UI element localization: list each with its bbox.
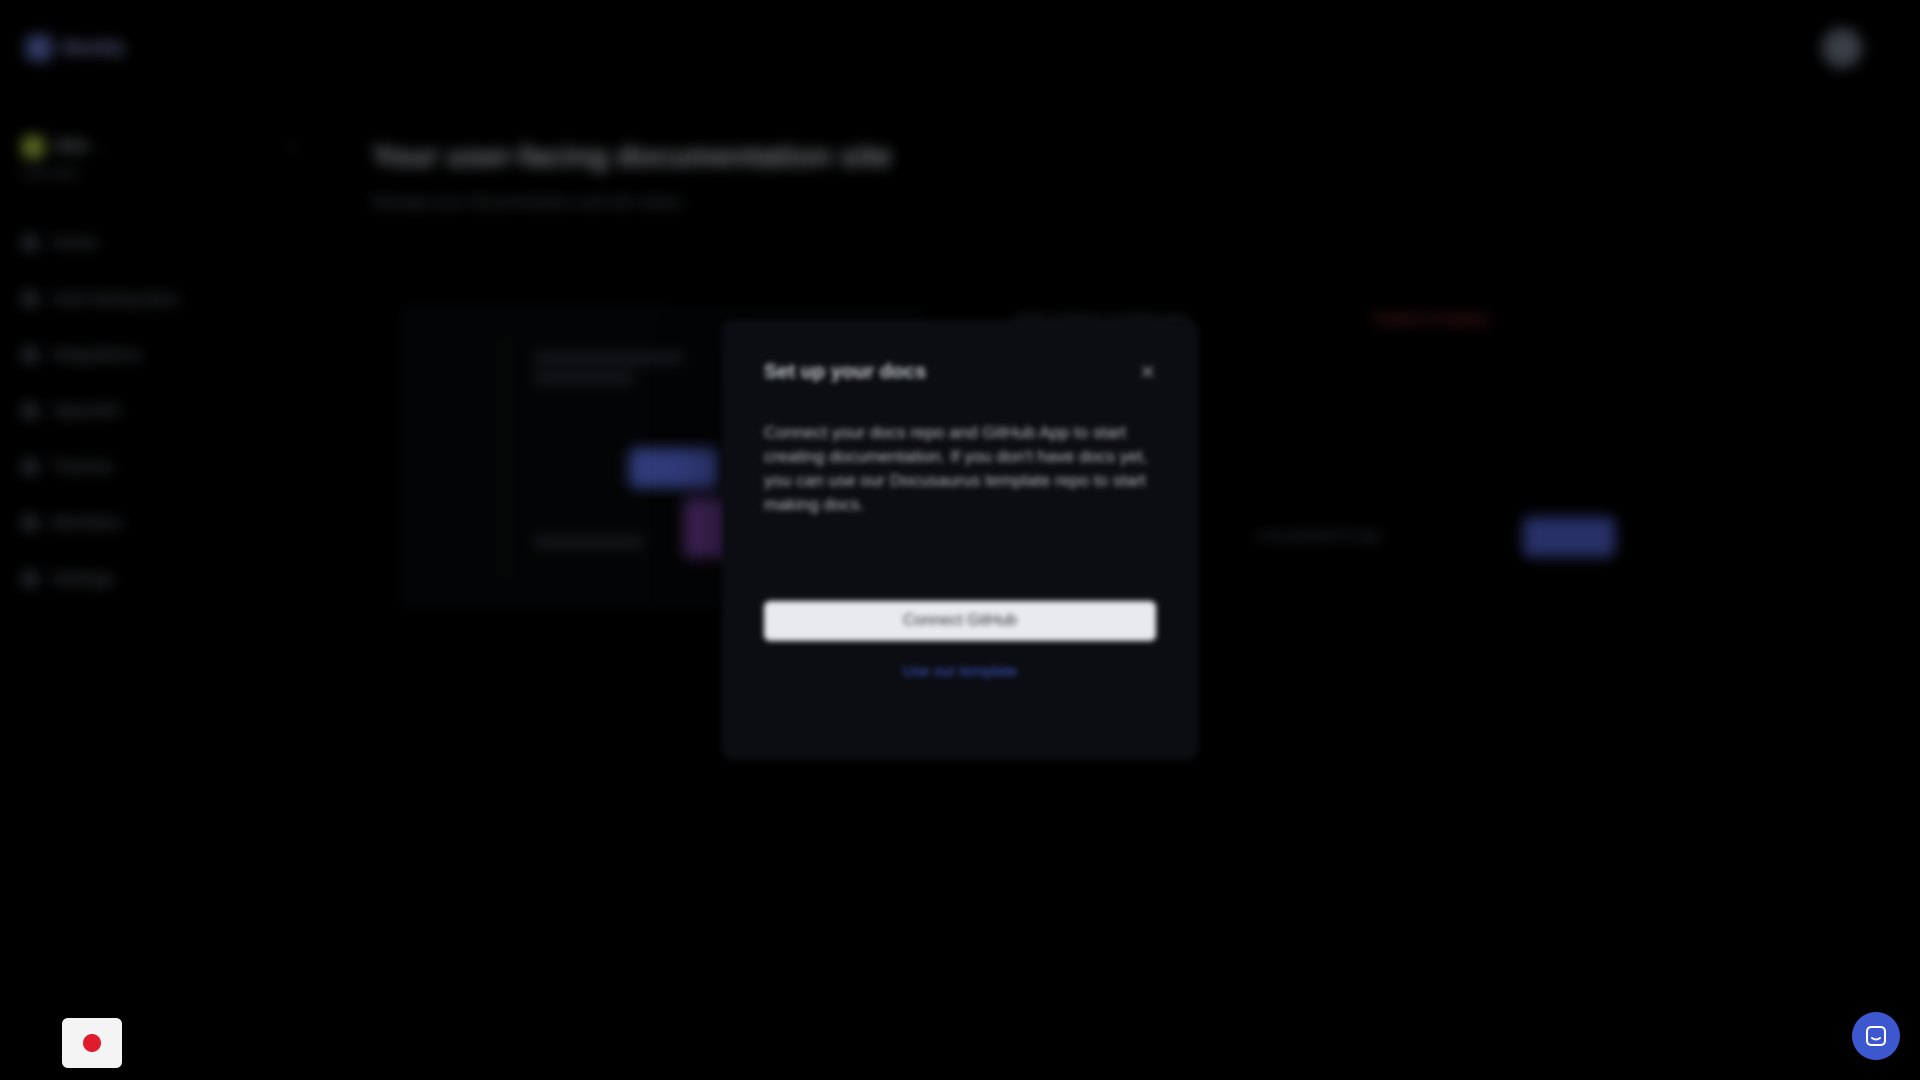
use-template-link[interactable]: Use our template (764, 663, 1156, 680)
modal-header: Set up your docs ✕ (764, 360, 1156, 385)
connect-github-button[interactable]: Connect GitHub (764, 601, 1156, 641)
record-icon (83, 1034, 101, 1052)
modal-description: Connect your docs repo and GitHub App to… (764, 423, 1148, 514)
screen-recorder-widget[interactable] (62, 1018, 122, 1068)
close-icon[interactable]: ✕ (1139, 360, 1156, 385)
chat-launcher-button[interactable] (1852, 1012, 1900, 1060)
chat-icon (1866, 1026, 1886, 1046)
setup-docs-modal: Set up your docs ✕ Connect your docs rep… (722, 320, 1198, 760)
modal-title: Set up your docs (764, 361, 927, 383)
app-root: Mintlify Nikki ⌄ « Free Plan Home User-f… (0, 0, 1920, 1080)
